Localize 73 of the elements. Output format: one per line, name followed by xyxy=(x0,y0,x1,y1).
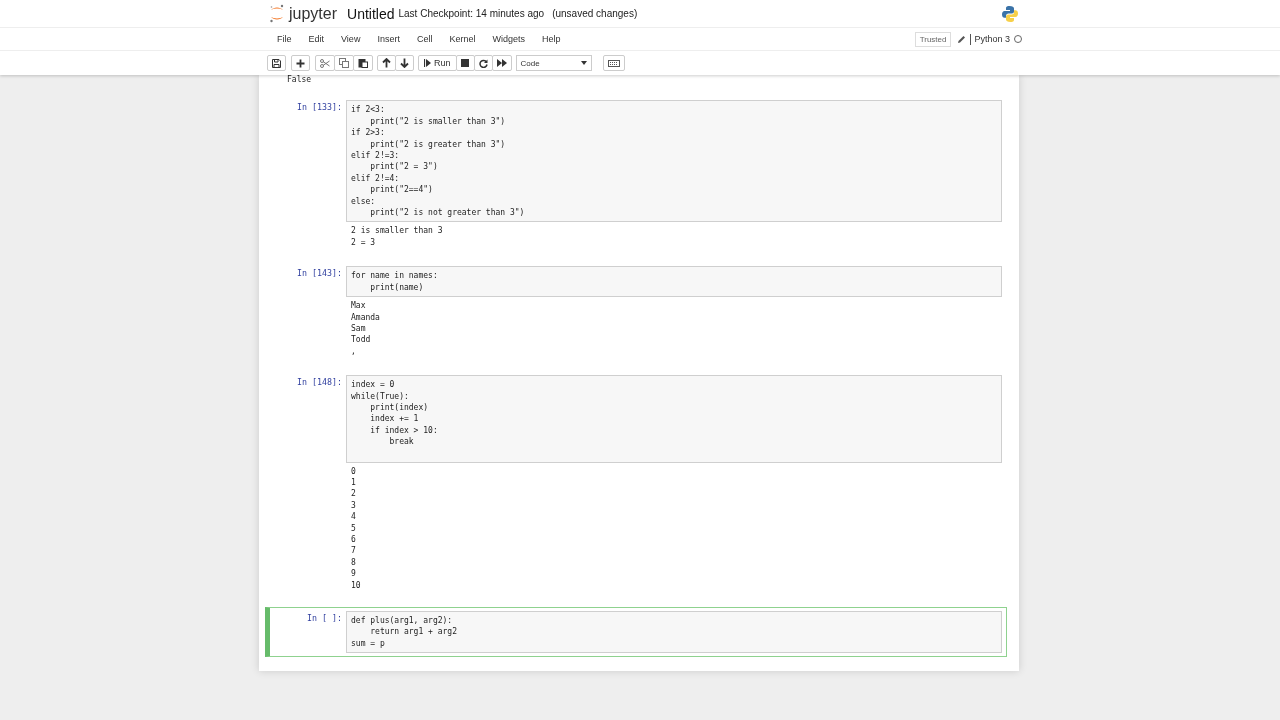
insert-cell-button[interactable] xyxy=(291,55,310,71)
menu-item[interactable]: Kernel xyxy=(442,34,483,44)
move-up-button[interactable] xyxy=(377,55,396,71)
menu-item[interactable]: Edit xyxy=(301,34,332,44)
copy-button[interactable] xyxy=(334,55,354,71)
output-line: Amanda xyxy=(351,311,381,323)
code-cell[interactable]: In [ ]: def plus(arg1, arg2): return arg1 + arg2 sum = p xyxy=(265,607,1007,658)
pencil-icon[interactable] xyxy=(957,34,967,44)
output-line: 0 xyxy=(351,465,357,477)
output-line: 6 xyxy=(351,534,357,546)
save-button[interactable] xyxy=(267,55,286,71)
logo-text[interactable]: jupyter xyxy=(289,4,338,23)
paste-button[interactable] xyxy=(353,55,373,71)
menu-item[interactable]: View xyxy=(334,34,368,44)
trusted-badge[interactable]: Trusted xyxy=(914,31,952,47)
stop-button[interactable] xyxy=(455,55,475,71)
menu-item[interactable]: Insert xyxy=(370,34,407,44)
cell-type-dropdown[interactable]: Code xyxy=(515,55,592,71)
copy-icon xyxy=(339,58,349,68)
output-line: 10 xyxy=(351,579,362,592)
stop-icon xyxy=(461,59,469,67)
menu-item[interactable]: Help xyxy=(534,34,568,44)
cell-prompt: In [143]: xyxy=(296,267,343,281)
fast-forward-icon xyxy=(496,59,507,67)
output-line: 3 xyxy=(351,499,357,512)
output-line: 7 xyxy=(351,545,357,557)
output-line: 2 xyxy=(351,488,357,500)
fast-forward-button[interactable] xyxy=(491,55,512,71)
code-cell[interactable]: In [133]: if 2<3: print("2 is smaller than 3") if 2>3: print("2 is greater than 3") elif 2!=3: print("2 = 3") elif 2!=4: print("2==4") else: print("2 is not greater than 3") 2 is smaller than 3 2 = 3 xyxy=(265,96,1007,259)
scissors-icon xyxy=(320,58,330,68)
code-cell[interactable]: In [148]: index = 0 while(True): print(index) index += 1 if index > 10: break 0 1 2 3 4 5 6 7 8 9 10 xyxy=(265,371,1007,602)
output-line: Todd xyxy=(351,334,372,346)
menu-item[interactable]: Cell xyxy=(409,34,440,44)
step-icon xyxy=(424,59,431,67)
output-line: 8 xyxy=(351,556,357,569)
output-line: 4 xyxy=(351,511,357,523)
code-editor[interactable]: def plus(arg1, arg2): return arg1 + arg2 sum = p xyxy=(346,611,1002,654)
output-line: False xyxy=(287,74,313,86)
restart-icon xyxy=(478,58,488,68)
output-line: 1 xyxy=(351,476,357,489)
checkpoint-status: Last Checkpoint: 14 minutes ago xyxy=(398,8,545,19)
caret-icon xyxy=(580,61,587,65)
clipboard-icon xyxy=(358,58,368,68)
keyboard-icon xyxy=(607,59,620,67)
output-line: Max xyxy=(351,300,367,312)
output-line: 9 xyxy=(351,568,357,580)
cell-prompt: In [133]: xyxy=(296,101,343,115)
output-line: 5 xyxy=(351,522,357,534)
python-logo-icon xyxy=(1001,4,1019,23)
restart-button[interactable] xyxy=(473,55,493,71)
output-line: , xyxy=(351,345,357,358)
plus-icon xyxy=(296,58,305,68)
code-cell[interactable]: In [143]: for name in names: print(name) Max Amanda Sam Todd , xyxy=(265,262,1007,368)
output-line: 2 = 3 xyxy=(351,236,377,249)
arrow-down-icon xyxy=(400,58,409,68)
cut-button[interactable] xyxy=(315,55,335,71)
unsaved-status: (unsaved changes) xyxy=(552,8,638,19)
save-icon xyxy=(272,58,281,68)
output-line: 2 is smaller than 3 xyxy=(351,225,444,237)
code-editor[interactable]: for name in names: print(name) xyxy=(346,266,1002,298)
move-down-button[interactable] xyxy=(395,55,414,71)
menu-item[interactable]: Widgets xyxy=(485,34,532,44)
run-button[interactable]: Run xyxy=(418,55,457,71)
cell-prompt: In [ ]: xyxy=(306,612,343,626)
arrow-up-icon xyxy=(382,58,391,68)
keyboard-button[interactable] xyxy=(602,55,625,71)
code-editor[interactable]: if 2<3: print("2 is smaller than 3") if 2>3: print("2 is greater than 3") elif 2!=3: print("2 = 3") elif 2!=4: print("2==4") else: print("2 is not greater than 3") xyxy=(346,100,1002,223)
kernel-name[interactable]: Python 3 xyxy=(974,34,1010,44)
code-editor[interactable]: index = 0 while(True): print(index) index += 1 if index > 10: break xyxy=(346,375,1002,463)
output-line: Sam xyxy=(351,322,367,335)
notebook-title[interactable]: Untitled xyxy=(347,5,395,22)
cell-prompt: In [148]: xyxy=(296,376,343,390)
menu-item[interactable]: File xyxy=(270,34,299,44)
